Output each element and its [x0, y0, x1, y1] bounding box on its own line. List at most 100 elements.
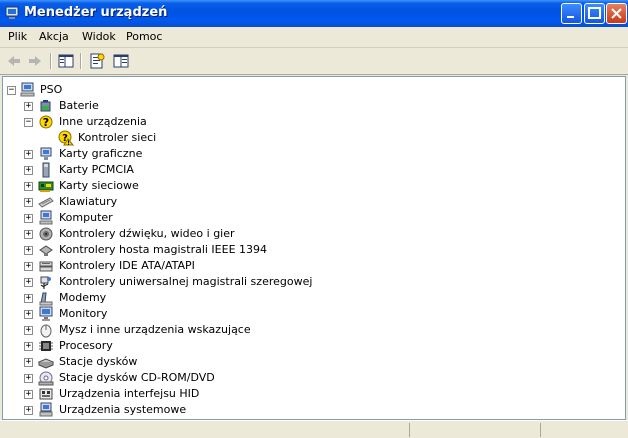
- collapse-toggle[interactable]: −: [24, 118, 33, 127]
- expand-toggle[interactable]: +: [24, 342, 33, 351]
- tree-category-row[interactable]: + Klawiatury: [3, 194, 403, 210]
- toolbar-separator: [50, 53, 52, 69]
- sound-icon: [39, 227, 53, 241]
- hid-icon: [39, 388, 53, 400]
- tree-category-label: Baterie: [59, 99, 99, 112]
- expand-toggle[interactable]: +: [24, 166, 33, 175]
- minimize-button[interactable]: [561, 3, 582, 24]
- cdrom-icon: [38, 371, 54, 386]
- status-bar: [0, 420, 628, 438]
- tree-category-row[interactable]: + Monitory: [3, 306, 403, 322]
- expand-toggle[interactable]: +: [24, 310, 33, 319]
- forward-icon[interactable]: [26, 52, 44, 70]
- tree-category-label: Karty graficzne: [59, 147, 143, 160]
- tree-category-row[interactable]: + Modemy: [3, 290, 403, 306]
- expand-toggle[interactable]: +: [24, 326, 33, 335]
- tree-category-label: Inne urządzenia: [59, 115, 147, 128]
- processor-icon: [39, 341, 53, 351]
- warning-device-icon: ?!: [58, 130, 74, 146]
- disk-drive-icon: [38, 358, 54, 369]
- tree-category-label: Karty PCMCIA: [59, 163, 134, 176]
- title-bar[interactable]: Menedżer urządzeń: [0, 0, 628, 27]
- tree-category-label: Kontrolery uniwersalnej magistrali szere…: [59, 275, 313, 288]
- maximize-button[interactable]: [584, 3, 605, 24]
- ide-controller-icon: [39, 261, 53, 272]
- expand-toggle[interactable]: +: [24, 198, 33, 207]
- show-hide-tree-icon[interactable]: [57, 52, 75, 70]
- tree-category-row[interactable]: + Mysz i inne urządzenia wskazujące: [3, 322, 403, 338]
- tree-category-row[interactable]: + Kontrolery hosta magistrali IEEE 1394: [3, 242, 403, 258]
- ieee1394-icon: [39, 245, 53, 256]
- tree-category-label: Urządzenia systemowe: [59, 403, 187, 416]
- tree-category-row[interactable]: + Kontrolery IDE ATA/ATAPI: [3, 258, 403, 274]
- device-manager-icon: [5, 6, 19, 19]
- tree-category-label: Mysz i inne urządzenia wskazujące: [59, 323, 251, 336]
- device-tree[interactable]: − PSO + Baterie −? Inne urządzenia?! Kontrol…: [2, 76, 626, 420]
- tree-category-row[interactable]: + Baterie: [3, 98, 403, 114]
- tree-category-row[interactable]: + Procesory: [3, 338, 403, 354]
- collapse-toggle[interactable]: −: [7, 86, 16, 95]
- tree-category-label: Monitory: [59, 307, 108, 320]
- tree-device-row[interactable]: ?! Kontroler sieci: [3, 130, 403, 146]
- menu-widok[interactable]: Widok: [82, 30, 116, 43]
- menu-pomoc[interactable]: Pomoc: [126, 30, 162, 43]
- expand-toggle[interactable]: +: [24, 246, 33, 255]
- tree-device-label: Kontroler sieci: [78, 131, 157, 144]
- menu-plik[interactable]: Plik: [8, 30, 27, 43]
- tree-category-row[interactable]: + Karty PCMCIA: [3, 162, 403, 178]
- tree-category-label: Klawiatury: [59, 195, 118, 208]
- menu-bar: Plik Akcja Widok Pomoc: [0, 27, 628, 48]
- svg-text:?: ?: [43, 116, 49, 129]
- keyboard-icon: [38, 197, 54, 208]
- console-tree-icon[interactable]: [112, 52, 130, 70]
- tree-category-row[interactable]: −? Inne urządzenia: [3, 114, 403, 130]
- tree-category-row[interactable]: + Urządzenia interfejsu HID: [3, 386, 403, 402]
- expand-toggle[interactable]: +: [24, 230, 33, 239]
- battery-icon: [40, 100, 51, 112]
- tree-category-row[interactable]: + Komputer: [3, 210, 403, 226]
- tree-category-row[interactable]: + Kontrolery uniwersalnej magistrali szer…: [3, 274, 403, 290]
- expand-toggle[interactable]: +: [24, 406, 33, 415]
- toolbar: [0, 48, 628, 75]
- close-button[interactable]: [606, 3, 627, 24]
- unknown-device-icon: ?: [39, 115, 53, 129]
- close-icon: [611, 8, 622, 19]
- expand-toggle[interactable]: +: [24, 102, 33, 111]
- tree-category-label: Urządzenia interfejsu HID: [59, 387, 200, 400]
- tree-category-label: Kontrolery dźwięku, wideo i gier: [59, 227, 235, 240]
- tree-category-label: Komputer: [59, 211, 113, 224]
- properties-icon[interactable]: [88, 52, 106, 70]
- tree-category-row[interactable]: + Karty sieciowe: [3, 178, 403, 194]
- tree-root-row[interactable]: − PSO: [3, 82, 203, 98]
- modem-icon: [39, 292, 53, 306]
- tree-category-label: Stacje dysków: [59, 355, 138, 368]
- maximize-icon: [588, 7, 601, 19]
- expand-toggle[interactable]: +: [24, 358, 33, 367]
- status-pane: [540, 423, 628, 437]
- pcmcia-icon: [42, 162, 50, 178]
- computer-icon: [20, 82, 35, 97]
- display-adapter-icon: [40, 147, 52, 160]
- expand-toggle[interactable]: +: [24, 182, 33, 191]
- expand-toggle[interactable]: +: [24, 262, 33, 271]
- expand-toggle[interactable]: +: [24, 150, 33, 159]
- status-pane: [409, 423, 540, 437]
- network-card-icon: [38, 181, 54, 192]
- expand-toggle[interactable]: +: [24, 294, 33, 303]
- back-icon[interactable]: [5, 52, 23, 70]
- tree-category-label: Stacje dysków CD-ROM/DVD: [59, 371, 215, 384]
- tree-category-row[interactable]: + Karty graficzne: [3, 146, 403, 162]
- tree-category-label: Karty sieciowe: [59, 179, 139, 192]
- tree-category-row[interactable]: + Kontrolery dźwięku, wideo i gier: [3, 226, 403, 242]
- monitor-icon: [39, 306, 53, 321]
- window-title: Menedżer urządzeń: [24, 5, 168, 20]
- menu-akcja[interactable]: Akcja: [39, 30, 69, 43]
- expand-toggle[interactable]: +: [24, 390, 33, 399]
- tree-category-row[interactable]: + Stacje dysków CD-ROM/DVD: [3, 370, 403, 386]
- expand-toggle[interactable]: +: [24, 374, 33, 383]
- tree-category-row[interactable]: + Urządzenia systemowe: [3, 402, 403, 418]
- tree-category-label: Kontrolery hosta magistrali IEEE 1394: [59, 243, 268, 256]
- expand-toggle[interactable]: +: [24, 214, 33, 223]
- tree-category-row[interactable]: + Stacje dysków: [3, 354, 403, 370]
- expand-toggle[interactable]: +: [24, 278, 33, 287]
